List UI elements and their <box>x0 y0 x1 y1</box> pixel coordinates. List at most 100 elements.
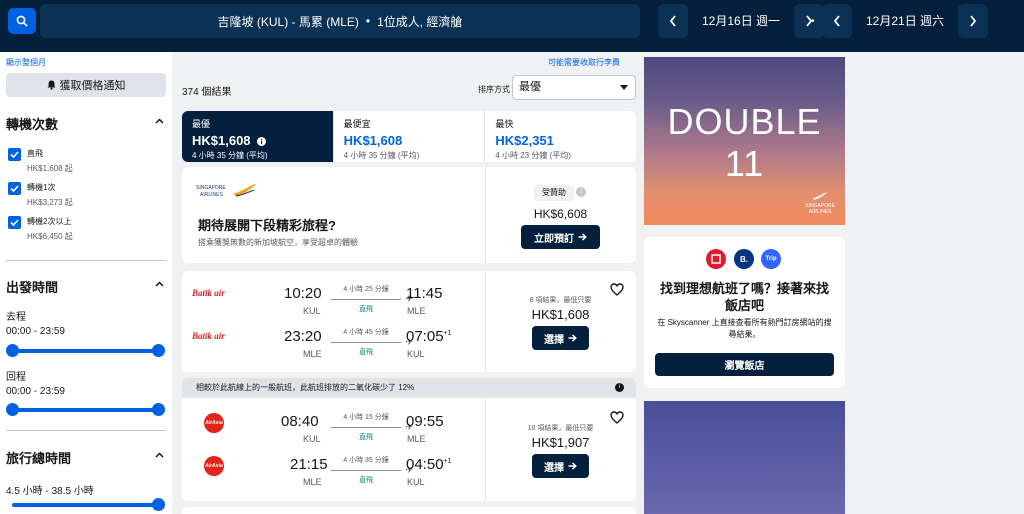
stops-option-price: HK$3,273 起 <box>27 198 73 207</box>
sidebar-divider <box>6 260 166 261</box>
deal-count-text: 10 項結果，最低只要 <box>527 425 594 432</box>
outbound-time-slider[interactable] <box>6 344 165 357</box>
tab-best[interactable]: 最優 HK$1,608 4 小時 35 分鐘 (平均) <box>182 111 334 162</box>
duration-text: 4 小時 35 分鐘 <box>343 457 389 464</box>
double11-ad-banner[interactable]: DOUBLE 11 SINGAPORE AIRLINES <box>644 57 845 225</box>
info-icon[interactable] <box>257 137 267 146</box>
select-button[interactable]: 選擇 <box>532 326 589 350</box>
slider-handle-max[interactable] <box>152 498 165 511</box>
arrive-airport: MLE <box>407 306 426 316</box>
arrive-airport: KUL <box>407 349 425 359</box>
outbound-range: 00:00 - 23:59 <box>6 326 65 337</box>
hotel-promo-description: 在 Skyscanner 上直接查看所有熱門訂房網站的搜尋結果。 <box>657 318 832 339</box>
slider-handle-max[interactable] <box>152 403 165 416</box>
slider-handle-min[interactable] <box>6 403 19 416</box>
next-day-indicator: +1 <box>443 330 452 337</box>
deal-price: HK$1,608 <box>531 307 590 322</box>
sponsored-ad-card[interactable]: SINGAPORE AIRLINES 期待展開下段精彩旅程? 搭乘獲獎無數的新加… <box>182 167 636 263</box>
chevron-up-icon[interactable] <box>155 281 164 287</box>
tab-cheapest[interactable]: 最便宜 HK$1,608 4 小時 35 分鐘 (平均) <box>334 111 486 162</box>
stops-text: 直飛 <box>359 434 373 441</box>
checkbox-checked[interactable] <box>8 148 21 161</box>
select-label: 選擇 <box>544 334 564 346</box>
co2-text: 相較於此航線上的一般航班，此航班排放的二氧化碳少了 12% <box>196 383 415 392</box>
depart-airport: MLE <box>303 349 322 359</box>
depart-prev-button[interactable] <box>658 4 688 38</box>
flight-leg-return: Batik air 23:20 MLE 4 小時 45 分鐘 ✈ 直飛 07:0… <box>182 324 485 368</box>
search-summary[interactable]: 吉隆坡 (KUL) - 馬累 (MLE) • 1位成人, 經濟艙 <box>40 4 640 38</box>
logo-text: AIRLINES <box>808 209 832 215</box>
route-line: ✈ <box>331 337 413 347</box>
book-now-button[interactable]: 立即預訂 <box>521 225 600 249</box>
chevron-left-icon <box>833 15 840 27</box>
return-prev-button[interactable] <box>822 4 852 38</box>
stops-text: 直飛 <box>359 349 373 356</box>
logo-text: AIRLINES <box>200 192 223 198</box>
chevron-up-icon[interactable] <box>155 118 164 124</box>
chevron-left-icon <box>669 15 676 27</box>
depart-date[interactable]: 12月16日 週一 <box>688 4 795 38</box>
stops-option-label: 轉機2次以上 <box>27 217 72 226</box>
duration-slider[interactable] <box>12 498 165 511</box>
return-date[interactable]: 12月21日 週六 <box>852 4 959 38</box>
duration-text: 4 小時 15 分鐘 <box>343 414 389 421</box>
card-divider <box>485 399 486 501</box>
checkbox-checked[interactable] <box>8 216 21 229</box>
check-icon <box>10 185 19 192</box>
results-count: 374 個結果 <box>182 87 232 98</box>
sort-label: 排序方式 <box>478 85 510 94</box>
depart-time: 23:20 <box>284 328 322 345</box>
search-button[interactable] <box>8 8 36 34</box>
hotel-promo-title: 找到理想航班了嗎？接著來找飯店吧 <box>659 281 829 313</box>
bird-logo-icon <box>812 191 828 200</box>
route-line: ✈ <box>331 422 413 432</box>
show-full-month-link[interactable]: 顯示整個月 <box>6 57 46 68</box>
flight-leg-outbound: AirAsia 08:40 KUL 4 小時 15 分鐘 ✈ 直飛 09:55 … <box>182 409 485 453</box>
tab-name: 最優 <box>192 119 211 129</box>
next-result-card-edge <box>182 507 636 514</box>
singapore-airlines-logo: SINGAPORE AIRLINES <box>196 182 257 204</box>
depart-date-nav: 12月16日 週一 <box>658 4 825 38</box>
deal-price: HK$1,907 <box>531 435 590 450</box>
leg-duration: 4 小時 45 分鐘 ✈ 直飛 <box>331 327 413 357</box>
select-button[interactable]: 選擇 <box>532 454 589 478</box>
return-range: 00:00 - 23:59 <box>6 386 65 397</box>
browse-hotels-button[interactable]: 瀏覽飯店 <box>655 353 834 376</box>
second-ad-banner[interactable] <box>644 401 845 514</box>
caret-down-icon <box>620 85 628 90</box>
price-alert-button[interactable]: 獲取價格通知 <box>6 73 166 97</box>
top-bar: 吉隆坡 (KUL) - 馬累 (MLE) • 1位成人, 經濟艙 12月16日 … <box>0 0 1024 52</box>
stops-option-one[interactable]: 轉機1次 HK$3,273 起 <box>8 182 73 208</box>
booking-logo-icon: B. <box>734 249 754 269</box>
ad-price: HK$6,608 <box>533 207 588 221</box>
sort-select[interactable]: 最優 <box>512 75 636 100</box>
route-line: ✈ <box>331 465 413 475</box>
duration-text: 4 小時 25 分鐘 <box>343 286 389 293</box>
stops-option-label: 轉機1次 <box>27 183 56 192</box>
sidebar-divider <box>6 430 166 431</box>
slider-handle-min[interactable] <box>6 344 19 357</box>
book-now-label: 立即預訂 <box>534 233 574 245</box>
flight-result-card[interactable]: Batik air 10:20 KUL 4 小時 25 分鐘 ✈ 直飛 11:4… <box>182 271 636 372</box>
chevron-up-icon[interactable] <box>155 452 164 458</box>
stops-option-direct[interactable]: 直飛 HK$1,608 起 <box>8 148 73 174</box>
hotel-promo-card: B. Trip 找到理想航班了嗎？接著來找飯店吧 在 Skyscanner 上直… <box>644 237 845 388</box>
sort-tabs: 最優 HK$1,608 4 小時 35 分鐘 (平均) 最便宜 HK$1,608… <box>182 111 636 162</box>
return-next-button[interactable] <box>958 4 989 38</box>
baggage-fees-link[interactable]: 可能需要收取行李費 <box>548 57 620 68</box>
slider-handle-max[interactable] <box>152 344 165 357</box>
check-icon <box>10 219 19 226</box>
duration-range: 4.5 小時 - 38.5 小時 <box>6 486 94 497</box>
tab-fastest[interactable]: 最快 HK$2,351 4 小時 23 分鐘 (平均) <box>485 111 636 162</box>
info-icon[interactable]: i <box>615 383 624 392</box>
tab-name: 最快 <box>495 119 514 129</box>
tab-name: 最便宜 <box>343 119 371 129</box>
return-time-slider[interactable] <box>6 403 165 416</box>
checkbox-checked[interactable] <box>8 182 21 195</box>
depart-next-button[interactable] <box>794 4 825 38</box>
depart-time: 21:15 <box>290 456 328 473</box>
info-icon[interactable]: i <box>576 187 586 197</box>
flight-result-card[interactable]: AirAsia 08:40 KUL 4 小時 15 分鐘 ✈ 直飛 09:55 … <box>182 399 636 501</box>
outbound-label: 去程 <box>6 312 26 323</box>
stops-option-two-plus[interactable]: 轉機2次以上 HK$6,450 起 <box>8 216 73 242</box>
